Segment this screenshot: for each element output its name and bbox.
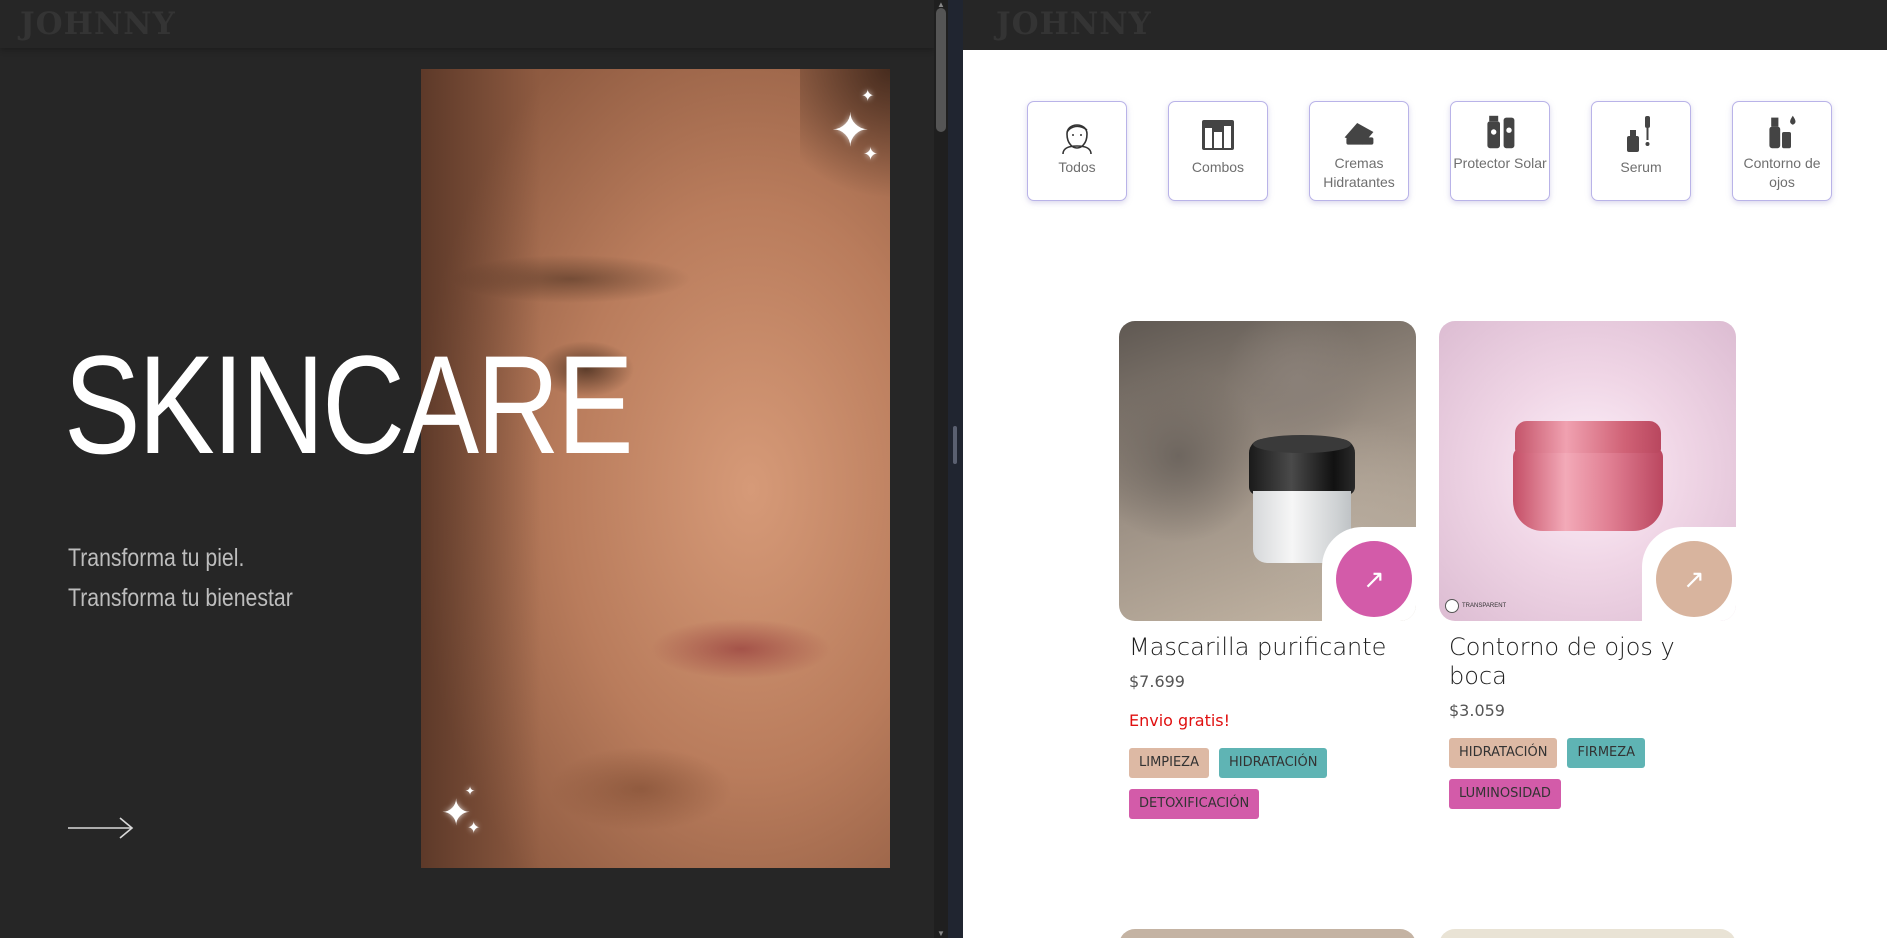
sunscreen-icon	[1487, 115, 1515, 149]
tag: LIMPIEZA	[1129, 748, 1209, 778]
tag-list: LIMPIEZA HIDRATACIÓN DETOXIFICACIÓN	[1129, 748, 1379, 819]
tag: HIDRATACIÓN	[1449, 738, 1558, 768]
product-card-peek[interactable]	[1439, 929, 1736, 938]
hero-subtitle: Transforma tu piel. Transforma tu bienes…	[68, 544, 293, 612]
category-todos[interactable]: Todos	[1027, 101, 1127, 201]
cream-jar-icon	[1344, 123, 1374, 145]
product-card-peek[interactable]	[1119, 929, 1416, 938]
category-label: Contorno de ojos	[1743, 155, 1821, 190]
category-combos[interactable]: Combos	[1168, 101, 1268, 201]
category-label: Serum	[1620, 159, 1662, 175]
serum-dropper-icon	[1627, 116, 1650, 152]
combo-box-icon	[1202, 120, 1234, 150]
tag-list: HIDRATACIÓN FIRMEZA LUMINOSIDAD	[1449, 738, 1699, 809]
open-product-button[interactable]: ↗	[1336, 541, 1412, 617]
product-price: $7.699	[1129, 672, 1185, 691]
brand-watermark: TRANSPARENT	[1445, 599, 1506, 613]
shop-header: JOHNNY	[963, 0, 1887, 50]
shop-pane: JOHNNY Todos Combos Cremas Hidratantes P…	[963, 0, 1887, 938]
sparkle-icon: ✦	[863, 144, 879, 164]
brand-logo[interactable]: JOHNNY	[996, 6, 1152, 42]
promo-label: Envio gratis!	[1129, 711, 1231, 730]
splitter-grip[interactable]	[953, 426, 957, 464]
pink-jar-illustration	[1513, 421, 1663, 531]
hero-pane: JOHNNY ✦ ✦ ✦ ✦ ✦ ✦ SKINCARE Transforma t…	[0, 0, 934, 938]
category-cremas[interactable]: Cremas Hidratantes	[1309, 101, 1409, 201]
sparkle-icon: ✦	[861, 88, 875, 105]
tag: LUMINOSIDAD	[1449, 779, 1561, 809]
category-filter: Todos Combos Cremas Hidratantes Protecto…	[1027, 101, 1832, 201]
face-icon	[1062, 124, 1092, 154]
hero-header: JOHNNY	[0, 0, 934, 48]
product-image[interactable]: TRANSPARENT ↗	[1439, 321, 1736, 621]
product-image[interactable]: ↗	[1119, 321, 1416, 621]
category-label: Combos	[1191, 159, 1245, 175]
open-product-button[interactable]: ↗	[1656, 541, 1732, 617]
arrow-right-icon[interactable]	[68, 816, 134, 840]
arrow-up-right-icon: ↗	[1363, 563, 1385, 594]
eye-contour-icon	[1769, 115, 1796, 149]
category-contorno-de-ojos[interactable]: Contorno de ojos	[1732, 101, 1832, 201]
hero-scrollbar[interactable]: ▲ ▼	[934, 0, 948, 938]
tag: HIDRATACIÓN	[1218, 748, 1328, 778]
product-name[interactable]: Mascarilla purificante	[1129, 633, 1406, 662]
scroll-thumb[interactable]	[936, 8, 946, 132]
product-card[interactable]: ↗ Mascarilla purificante $7.699 Envio gr…	[1119, 321, 1416, 819]
arrow-up-right-icon: ↗	[1683, 563, 1705, 594]
product-card[interactable]: TRANSPARENT ↗ Contorno de ojos y boca $3…	[1439, 321, 1736, 809]
category-label: Protector Solar	[1453, 155, 1547, 171]
sparkle-icon: ✦	[465, 784, 476, 798]
product-name[interactable]: Contorno de ojos y boca	[1449, 633, 1726, 691]
hero-title: SKINCARE	[64, 326, 634, 483]
scroll-down-icon[interactable]: ▼	[937, 929, 945, 938]
category-label: Cremas Hidratantes	[1323, 155, 1395, 190]
sparkle-icon: ✦	[467, 820, 481, 837]
category-protector-solar[interactable]: Protector Solar	[1450, 101, 1550, 201]
product-price: $3.059	[1449, 701, 1505, 720]
tag: FIRMEZA	[1567, 738, 1646, 768]
pane-splitter[interactable]	[948, 0, 963, 938]
category-serum[interactable]: Serum	[1591, 101, 1691, 201]
tag: DETOXIFICACIÓN	[1129, 789, 1260, 819]
category-label: Todos	[1058, 159, 1096, 175]
brand-logo[interactable]: JOHNNY	[20, 6, 176, 42]
